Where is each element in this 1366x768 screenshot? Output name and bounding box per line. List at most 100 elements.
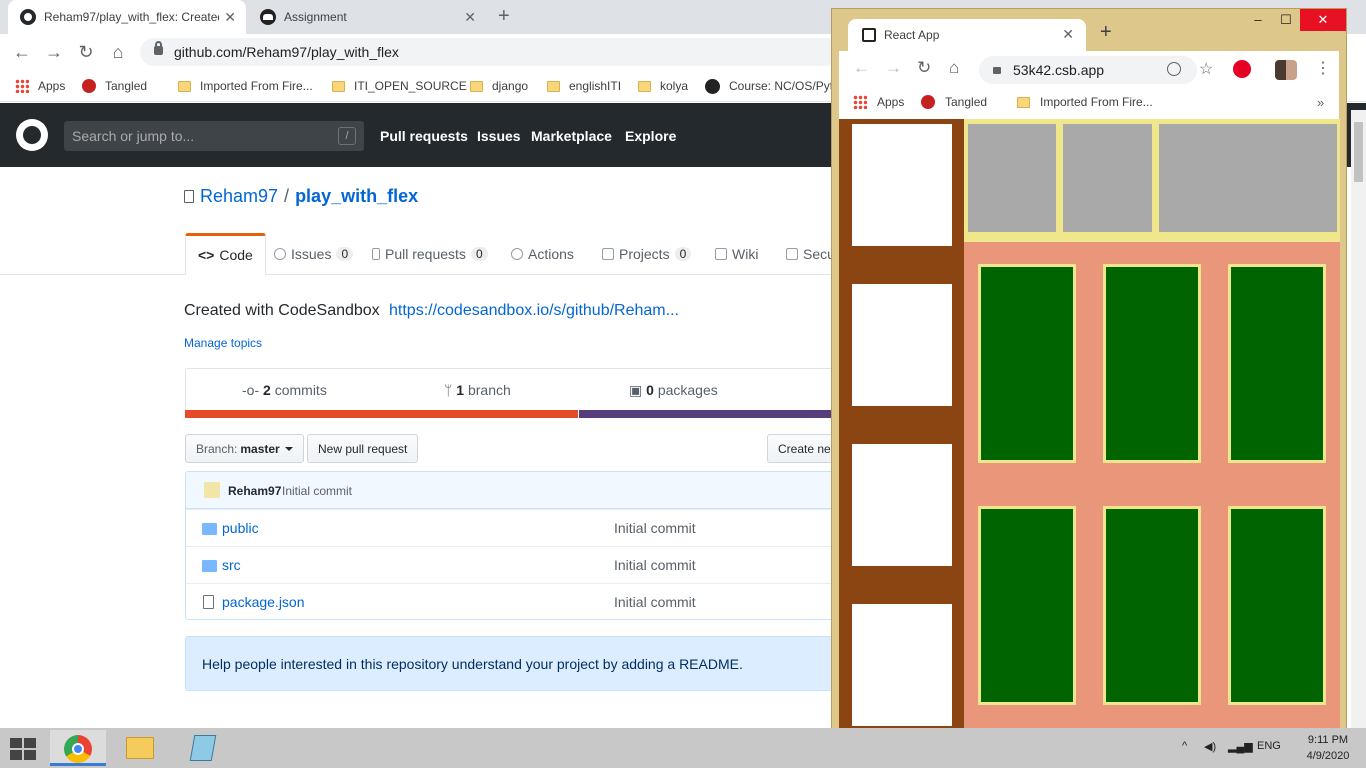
- folder-icon: [1017, 96, 1030, 108]
- taskbar-chrome[interactable]: [50, 730, 106, 766]
- tab-code[interactable]: <> Code: [185, 233, 266, 275]
- bookmark-kolya[interactable]: kolya: [638, 77, 688, 95]
- nav-marketplace[interactable]: Marketplace: [531, 128, 612, 144]
- bookmark-imported[interactable]: Imported From Fire...: [1017, 95, 1153, 109]
- nav-explore[interactable]: Explore: [625, 128, 676, 144]
- taskbar-file-explorer[interactable]: [112, 730, 168, 766]
- bookmark-course[interactable]: Course: NC/OS/Pyt: [705, 77, 833, 95]
- tab-pull-requests[interactable]: Pull requests 0: [372, 233, 488, 275]
- pinterest-icon[interactable]: [1233, 60, 1251, 78]
- new-tab-icon[interactable]: +: [1100, 21, 1112, 44]
- window-close-icon[interactable]: ✕: [1300, 9, 1346, 31]
- notepad-icon: [189, 735, 217, 761]
- react-app-window[interactable]: – ☐ ✕ React App ✕ + ← → ↻ ⌂ 53k42.csb.ap…: [831, 8, 1347, 735]
- avatar[interactable]: [1275, 60, 1297, 80]
- language-indicator[interactable]: ENG: [1257, 740, 1281, 752]
- more-menu-icon[interactable]: ⋮: [1315, 58, 1331, 78]
- nav-issues[interactable]: Issues: [477, 128, 521, 144]
- bookmark-tangled[interactable]: Tangled: [921, 95, 987, 109]
- taskbar-notepad[interactable]: [176, 730, 232, 766]
- branches-link[interactable]: ᛘ 1 branch: [444, 382, 511, 398]
- bookmark-imported[interactable]: Imported From Fire...: [178, 77, 313, 95]
- commits-link[interactable]: -o- 2 commits: [242, 382, 327, 398]
- back-arrow-icon[interactable]: ←: [10, 40, 34, 64]
- tab-label: Issues: [291, 246, 332, 262]
- file-name[interactable]: public: [222, 520, 259, 536]
- star-icon[interactable]: ☆: [1199, 59, 1213, 79]
- clock[interactable]: 9:11 PM 4/9/2020: [1298, 732, 1358, 764]
- top-box: [1159, 124, 1337, 232]
- top-box: [1063, 124, 1152, 232]
- github-logo-icon[interactable]: [16, 119, 48, 151]
- file-commit-message[interactable]: Initial commit: [614, 520, 696, 536]
- tab-wiki[interactable]: Wiki: [715, 233, 758, 275]
- commit-message[interactable]: Initial commit: [282, 484, 352, 498]
- list-item[interactable]: src Initial commit: [186, 546, 839, 583]
- new-pull-request-button[interactable]: New pull request: [307, 434, 419, 463]
- top-box: [968, 124, 1056, 232]
- branch-select-button[interactable]: Branch: master: [185, 434, 304, 463]
- tab-github[interactable]: Reham97/play_with_flex: Created with Cod…: [8, 0, 246, 34]
- tab-actions[interactable]: Actions: [511, 233, 574, 275]
- file-commit-message[interactable]: Initial commit: [614, 594, 696, 610]
- forward-arrow-icon[interactable]: →: [42, 40, 66, 64]
- language-bar[interactable]: [185, 410, 840, 418]
- new-tab-icon[interactable]: +: [498, 5, 510, 28]
- bookmark-apps[interactable]: Apps: [15, 77, 65, 95]
- tab-issues[interactable]: Issues 0: [274, 233, 354, 275]
- chevron-double-right-icon[interactable]: »: [1317, 95, 1324, 110]
- home-icon[interactable]: ⌂: [106, 40, 130, 64]
- scrollbar-thumb[interactable]: [1354, 122, 1363, 182]
- tab-projects[interactable]: Projects 0: [602, 233, 692, 275]
- page-scrollbar[interactable]: [1351, 110, 1366, 728]
- volume-icon[interactable]: ◀): [1204, 740, 1216, 753]
- maximize-icon[interactable]: ☐: [1272, 9, 1300, 31]
- forward-arrow-icon[interactable]: →: [885, 58, 902, 78]
- repo-nav: <> Code Issues 0 Pull requests 0 Actions Pr…: [0, 233, 840, 275]
- packages-link[interactable]: ▣ 0 packages: [629, 382, 718, 399]
- folder-icon: [202, 523, 217, 535]
- close-icon[interactable]: ✕: [1062, 26, 1074, 43]
- popup-toolbar: ← → ↻ ⌂ 53k42.csb.app ☆ ⋮: [839, 51, 1339, 89]
- nav-pull-requests[interactable]: Pull requests: [380, 128, 468, 144]
- reload-icon[interactable]: ↻: [74, 40, 98, 64]
- file-icon: [203, 595, 214, 609]
- commit-author[interactable]: Reham97: [228, 484, 281, 498]
- play-icon: [511, 248, 523, 260]
- tab-react-app[interactable]: React App ✕: [848, 19, 1086, 51]
- search-input[interactable]: Search or jump to... /: [64, 121, 364, 151]
- folder-icon: [202, 560, 217, 572]
- install-icon[interactable]: [1167, 62, 1181, 76]
- windows-start-icon[interactable]: [10, 738, 38, 760]
- repo-name-link[interactable]: play_with_flex: [295, 186, 418, 207]
- list-item[interactable]: package.json Initial commit: [186, 583, 839, 619]
- close-icon[interactable]: ✕: [224, 9, 236, 26]
- address-bar[interactable]: github.com/Reham97/play_with_flex: [140, 38, 840, 66]
- repo-website-link[interactable]: https://codesandbox.io/s/github/Reham...: [389, 302, 679, 320]
- avatar[interactable]: [204, 482, 220, 498]
- issue-icon: [274, 248, 286, 260]
- tab-assignment[interactable]: Assignment ✕: [248, 0, 486, 34]
- list-item[interactable]: public Initial commit: [186, 509, 839, 546]
- close-icon[interactable]: ✕: [464, 9, 476, 26]
- repo-owner-link[interactable]: Reham97: [200, 186, 278, 207]
- back-arrow-icon[interactable]: ←: [853, 58, 870, 78]
- file-name[interactable]: package.json: [222, 594, 305, 610]
- bookmark-label: kolya: [660, 79, 689, 93]
- chevron-up-icon[interactable]: ^: [1182, 740, 1187, 752]
- bookmark-apps[interactable]: Apps: [853, 95, 904, 109]
- tab-security[interactable]: Secu: [786, 233, 835, 275]
- reload-icon[interactable]: ↻: [917, 58, 931, 78]
- network-icon[interactable]: ▂▄▆: [1228, 740, 1253, 753]
- home-icon[interactable]: ⌂: [949, 58, 959, 78]
- bookmark-tangled[interactable]: Tangled: [82, 77, 147, 95]
- address-bar[interactable]: 53k42.csb.app: [979, 56, 1197, 84]
- minimize-icon[interactable]: –: [1244, 9, 1272, 31]
- file-commit-message[interactable]: Initial commit: [614, 557, 696, 573]
- manage-topics-link[interactable]: Manage topics: [184, 336, 262, 350]
- bookmark-iti-open-source[interactable]: ITI_OPEN_SOURCE: [332, 77, 467, 95]
- bookmark-django[interactable]: django: [470, 77, 528, 95]
- bookmark-englishiti[interactable]: englishITI: [547, 77, 621, 95]
- branch-icon: ᛘ: [444, 382, 453, 398]
- file-name[interactable]: src: [222, 557, 241, 573]
